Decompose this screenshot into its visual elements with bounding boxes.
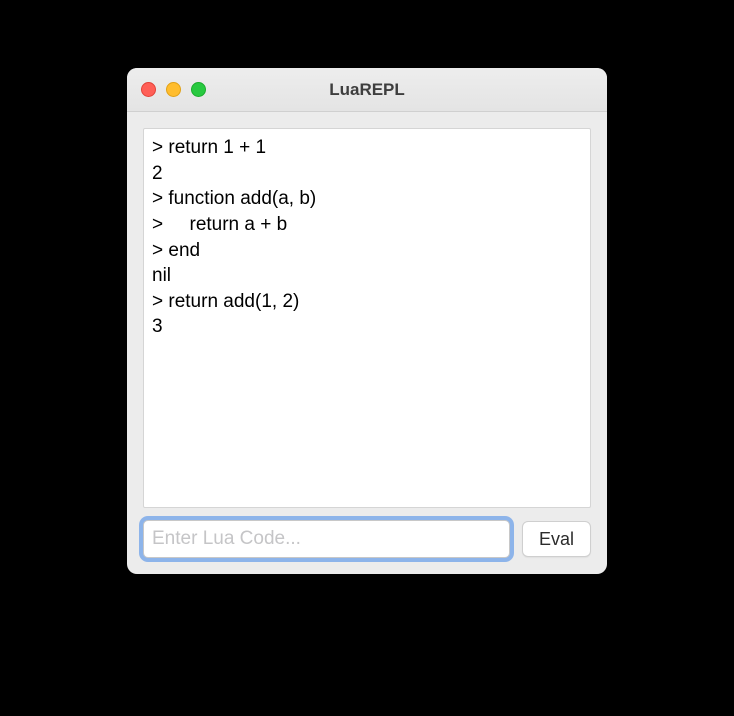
titlebar[interactable]: LuaREPL xyxy=(127,68,607,112)
repl-output[interactable]: > return 1 + 1 2 > function add(a, b) > … xyxy=(143,128,591,508)
window-content: > return 1 + 1 2 > function add(a, b) > … xyxy=(127,112,607,574)
eval-button[interactable]: Eval xyxy=(522,521,591,557)
input-wrap xyxy=(143,520,510,558)
code-input[interactable] xyxy=(143,520,510,558)
traffic-lights xyxy=(127,82,206,97)
close-icon[interactable] xyxy=(141,82,156,97)
app-window: LuaREPL > return 1 + 1 2 > function add(… xyxy=(127,68,607,574)
minimize-icon[interactable] xyxy=(166,82,181,97)
input-row: Eval xyxy=(143,520,591,558)
maximize-icon[interactable] xyxy=(191,82,206,97)
